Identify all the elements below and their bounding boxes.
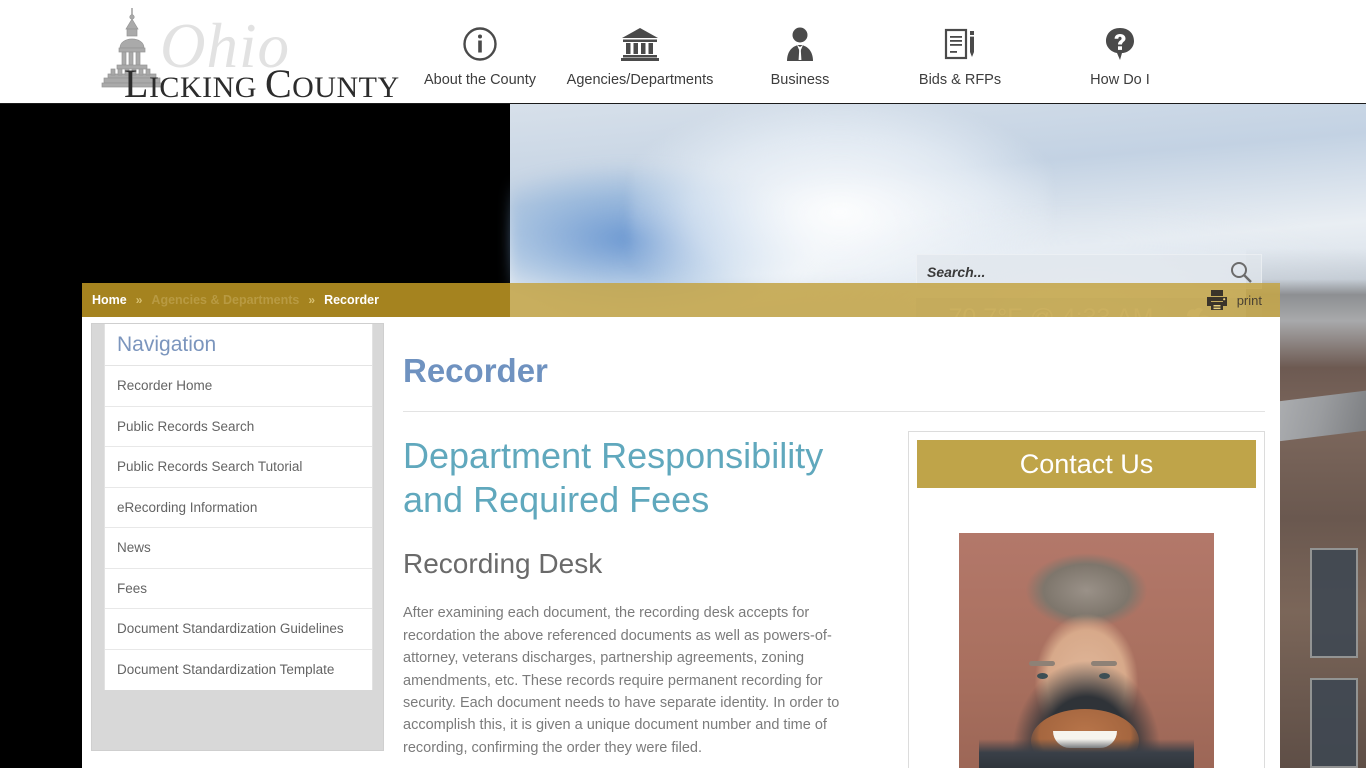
sidebar-inner: Navigation Recorder Home Public Records …	[104, 324, 373, 690]
contact-us-title: Contact Us	[917, 440, 1256, 489]
content-panel: Navigation Recorder Home Public Records …	[82, 317, 1280, 768]
breadcrumb-bar: Home » Agencies & Departments » Recorder	[82, 283, 1280, 317]
nav-item-about-the-county[interactable]: About the County	[400, 22, 560, 88]
site-logo[interactable]: Ohio LICKING COUNTY	[98, 2, 399, 106]
sidebar-item-erecording-information[interactable]: eRecording Information	[105, 488, 372, 528]
print-label: print	[1236, 292, 1262, 308]
nav-item-business[interactable]: Business	[720, 22, 880, 88]
main-navigation: About the County Agencies/Departments Bu…	[400, 22, 1200, 88]
nav-label: About the County	[423, 72, 537, 88]
breadcrumb-item-home[interactable]: Home	[92, 293, 127, 307]
section-heading-department: Department Responsibility and Required F…	[403, 435, 824, 521]
content-wrapper: Home » Agencies & Departments » Recorder	[82, 283, 1282, 768]
sidebar-navigation-panel: Navigation Recorder Home Public Records …	[91, 323, 384, 751]
sidebar-item-public-records-search[interactable]: Public Records Search	[105, 407, 372, 447]
breadcrumb-separator: »	[308, 293, 316, 307]
nav-label: How Do I	[1090, 72, 1150, 88]
sidebar-title: Navigation	[105, 324, 372, 366]
nav-label: Business	[770, 72, 830, 88]
info-circle-icon	[400, 22, 560, 66]
sidebar-item-recorder-home[interactable]: Recorder Home	[105, 366, 372, 407]
portrait-detail	[1099, 673, 1110, 680]
search-input[interactable]	[917, 263, 1221, 280]
breadcrumb-item-agencies-departments[interactable]: Agencies & Departments	[151, 293, 299, 307]
document-pen-icon	[880, 22, 1040, 66]
content-columns: Department Responsibility and Required F…	[403, 412, 1271, 768]
sidebar-item-document-standardization-guidelines[interactable]: Document Standardization Guidelines	[105, 609, 372, 650]
sidebar-item-public-records-search-tutorial[interactable]: Public Records Search Tutorial	[105, 447, 372, 488]
main-content: Recorder Department Responsibility and R…	[403, 323, 1271, 768]
portrait-detail	[1037, 673, 1048, 680]
nav-label: Bids & RFPs	[918, 72, 1002, 88]
page-title: Recorder	[403, 352, 548, 389]
nav-item-agencies-departments[interactable]: Agencies/Departments	[560, 22, 720, 88]
sidebar-item-document-standardization-template[interactable]: Document Standardization Template	[105, 650, 372, 691]
magnifier-icon[interactable]	[1221, 260, 1261, 284]
portrait-detail	[1029, 661, 1055, 667]
businessman-icon	[720, 22, 880, 66]
logo-county-name: LICKING COUNTY	[124, 61, 400, 106]
contact-column: Contact Us	[883, 412, 1265, 768]
article-column: Department Responsibility and Required F…	[403, 412, 883, 768]
breadcrumb-bar-right	[510, 283, 1280, 317]
sidebar-item-fees[interactable]: Fees	[105, 569, 372, 609]
sidebar-item-news[interactable]: News	[105, 528, 372, 569]
nav-label: Agencies/Departments	[566, 72, 714, 88]
building-window	[1310, 678, 1358, 768]
article-paragraph: After examining each document, the recor…	[403, 605, 840, 756]
site-header: Ohio LICKING COUNTY About the County Age…	[0, 0, 1366, 106]
nav-item-bids-rfps[interactable]: Bids & RFPs	[880, 22, 1040, 88]
contact-us-box: Contact Us	[908, 431, 1265, 768]
print-button[interactable]: print	[1205, 283, 1262, 317]
breadcrumb-item-current: Recorder	[324, 293, 379, 307]
question-head-icon	[1040, 22, 1200, 66]
printer-icon	[1205, 289, 1229, 311]
portrait-detail	[979, 739, 1194, 768]
page-root: Ohio LICKING COUNTY About the County Age…	[0, 0, 1366, 768]
portrait-detail	[1091, 661, 1117, 667]
building-window	[1310, 548, 1358, 658]
breadcrumb-separator: »	[135, 293, 143, 307]
nav-item-how-do-i[interactable]: How Do I	[1040, 22, 1200, 88]
section-heading-recording-desk: Recording Desk	[403, 548, 603, 580]
bank-building-icon	[560, 22, 720, 66]
contact-portrait-photo	[959, 533, 1214, 768]
breadcrumb: Home » Agencies & Departments » Recorder	[92, 283, 379, 317]
